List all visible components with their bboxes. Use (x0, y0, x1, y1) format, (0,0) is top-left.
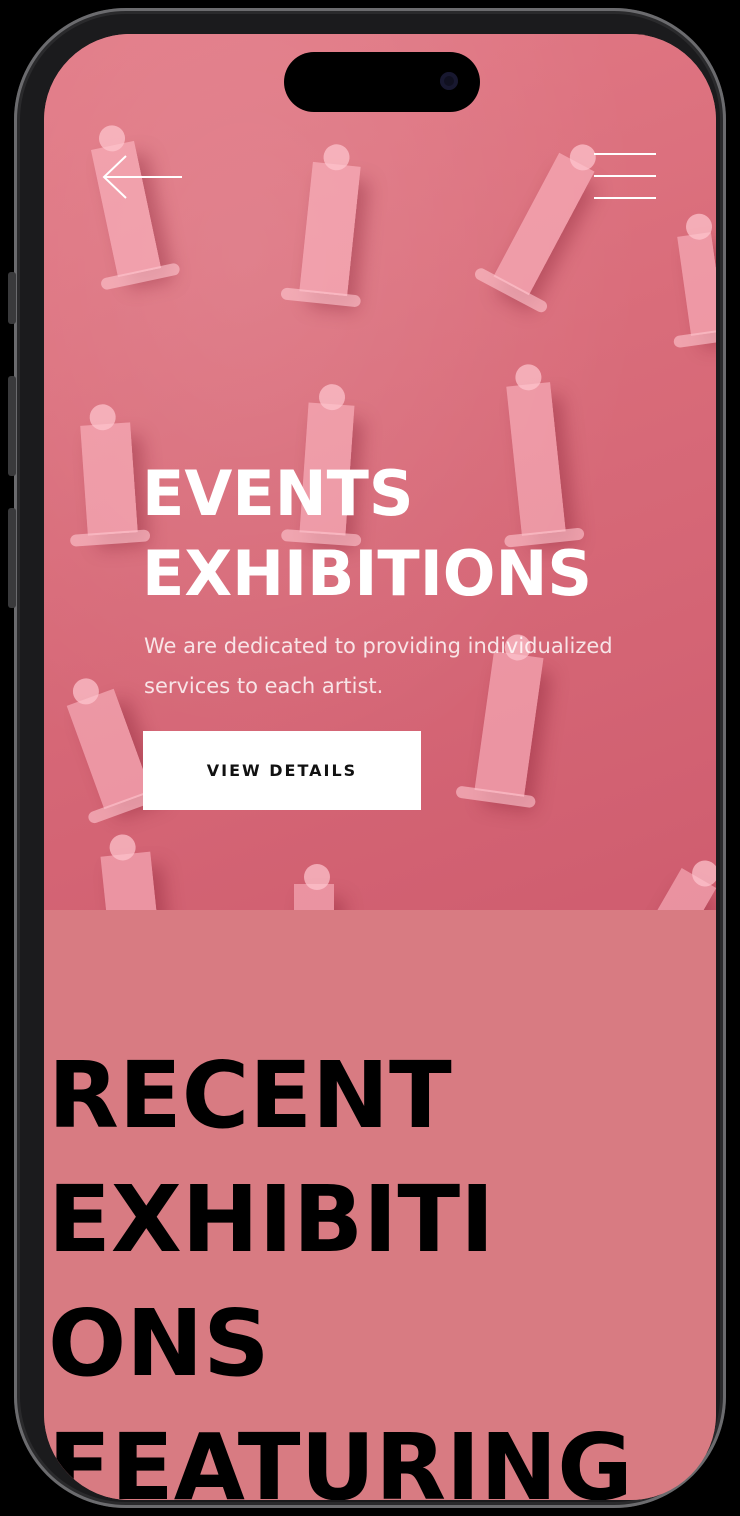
toy-soldier-figure (472, 139, 601, 315)
phone-mockup: EVENTS EXHIBITIONS We are dedicated to p… (0, 0, 740, 1516)
mute-switch (8, 272, 16, 324)
toy-soldier-figure (69, 403, 151, 547)
toy-soldier-figure (294, 864, 334, 910)
section-title-line: RECENT (48, 1042, 452, 1149)
recent-exhibitions-section: RECENT EXHIBITI ONS FEATURING (44, 910, 716, 1500)
hero-title-line: EXHIBITIONS (142, 537, 593, 610)
hero-title-line: EVENTS (142, 457, 414, 530)
hero-subtitle: We are dedicated to providing individual… (144, 634, 613, 698)
hamburger-menu-icon (594, 153, 656, 199)
toy-soldier-figure (66, 674, 166, 825)
toy-soldier-figure (100, 833, 158, 910)
view-details-button[interactable]: VIEW DETAILS (143, 731, 421, 810)
section-title-line: ONS (48, 1290, 270, 1397)
menu-button[interactable] (592, 152, 658, 200)
toy-soldier-figure (651, 855, 716, 910)
toy-soldier-figure (280, 143, 362, 308)
volume-down-button (8, 508, 16, 608)
dynamic-island (284, 52, 480, 112)
app-screen: EVENTS EXHIBITIONS We are dedicated to p… (44, 34, 716, 1500)
camera-icon (440, 72, 458, 90)
toy-soldier-figure (673, 212, 716, 349)
hero-banner: EVENTS EXHIBITIONS We are dedicated to p… (44, 34, 716, 910)
hero-title: EVENTS EXHIBITIONS (142, 454, 592, 614)
volume-up-button (8, 376, 16, 476)
back-button[interactable] (100, 154, 184, 200)
section-title-line: EXHIBITI (48, 1166, 495, 1273)
section-title-line: FEATURING (48, 1414, 633, 1500)
section-title: RECENT EXHIBITI ONS FEATURING (48, 1034, 633, 1500)
arrow-left-icon (102, 155, 182, 199)
